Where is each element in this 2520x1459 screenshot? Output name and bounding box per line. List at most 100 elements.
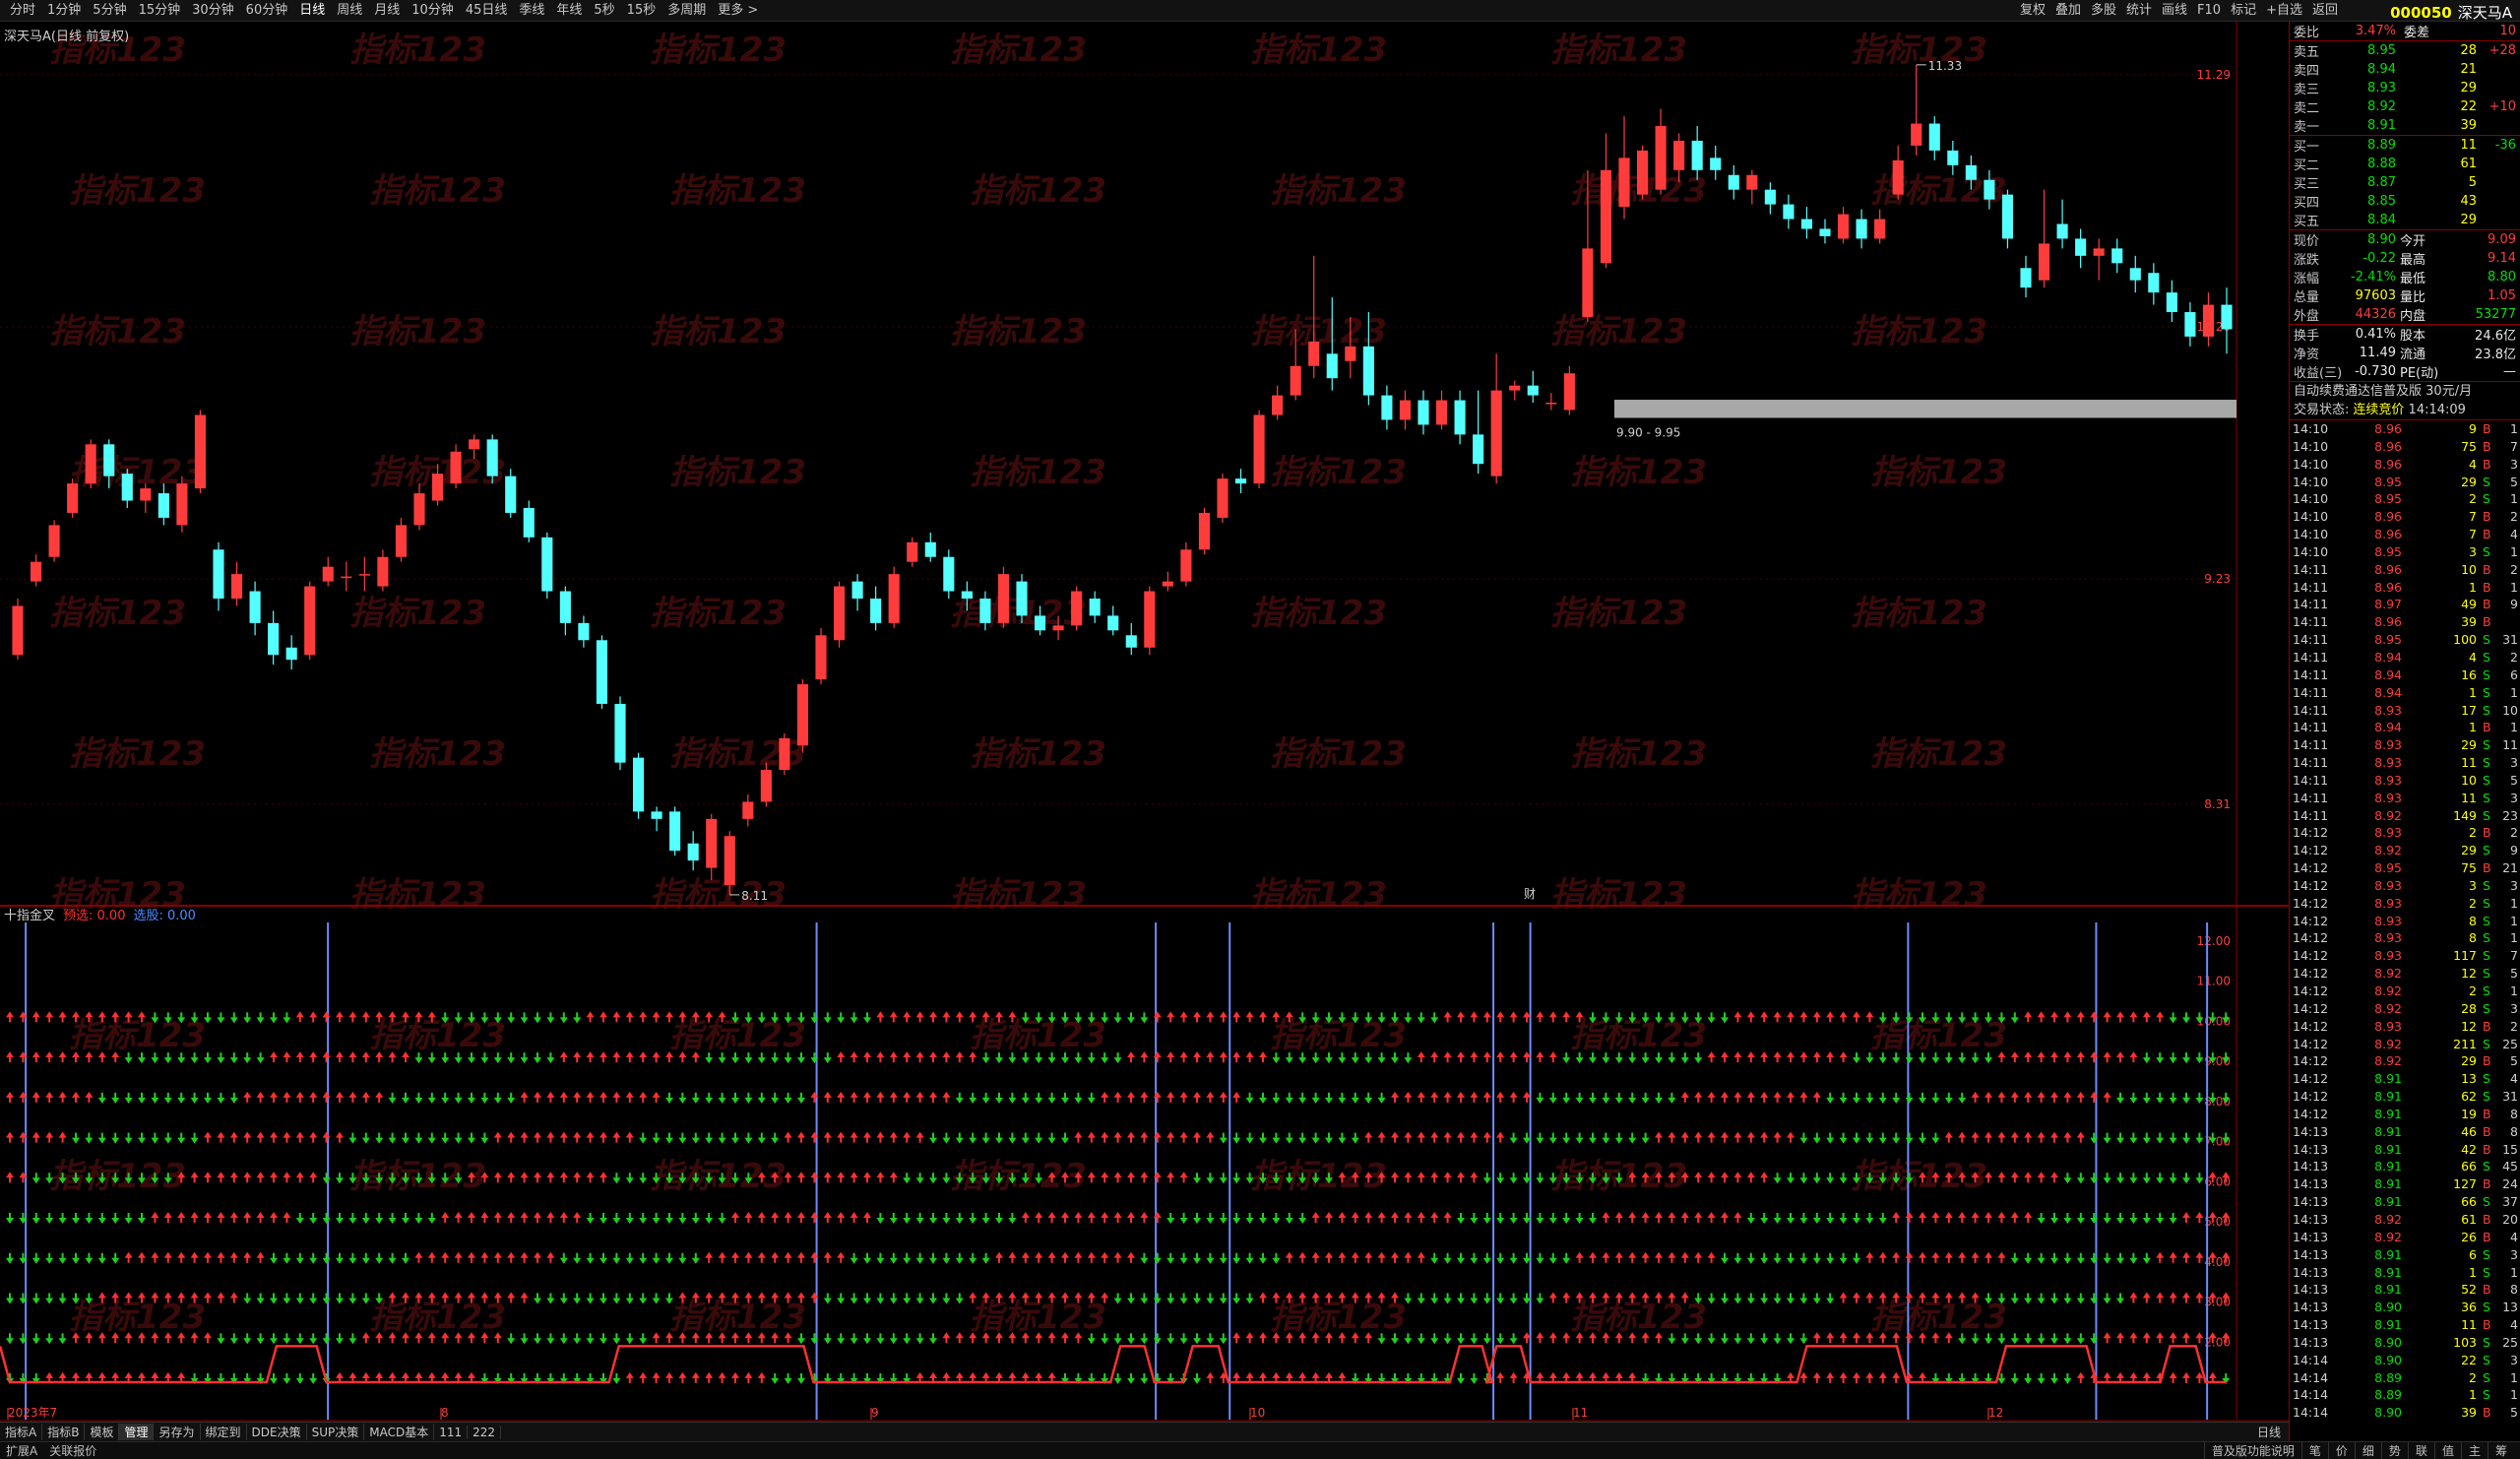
- status-left-tab[interactable]: 扩展A: [0, 1442, 43, 1459]
- status-right-tab[interactable]: 价: [2327, 1442, 2355, 1459]
- status-right-tab[interactable]: 筹: [2487, 1442, 2514, 1459]
- indicator-tab[interactable]: MACD基本: [364, 1424, 435, 1440]
- tick-time: 14:13: [2293, 1211, 2329, 1227]
- down-arrow-icon: [177, 1132, 186, 1144]
- quote-panel: 委比 3.47% 委差 10 卖五 8.95 28 +28 卖四 8.94 21 卖三 8.93…: [2289, 22, 2520, 1441]
- date-axis-label: 12: [1988, 1406, 2003, 1420]
- ask-row[interactable]: 卖一 8.91 39: [2290, 116, 2520, 135]
- tool-button[interactable]: 返回: [2307, 0, 2343, 22]
- up-arrow-icon: [1721, 1051, 1729, 1063]
- tool-button[interactable]: 统计: [2121, 0, 2157, 22]
- period-tab[interactable]: 年线: [550, 0, 588, 22]
- up-arrow-icon: [1206, 1051, 1215, 1063]
- status-left-tab[interactable]: 关联报价: [43, 1442, 102, 1459]
- status-right-tab[interactable]: 主: [2460, 1442, 2488, 1459]
- indicator-tab[interactable]: 管理: [119, 1424, 155, 1440]
- status-right-tab[interactable]: 笔: [2300, 1442, 2328, 1459]
- down-arrow-icon: [1193, 1252, 1201, 1264]
- tick-price: 8.93: [2374, 790, 2402, 805]
- watermark: 指标123: [970, 1298, 1106, 1337]
- status-right-tab[interactable]: 细: [2354, 1442, 2381, 1459]
- up-arrow-icon: [2129, 1011, 2138, 1023]
- bid-row[interactable]: 买一 8.89 11 -36: [2290, 136, 2520, 155]
- tool-button[interactable]: 画线: [2157, 0, 2192, 22]
- up-arrow-icon: [625, 1011, 634, 1023]
- up-arrow-icon: [1259, 1332, 1267, 1344]
- tool-button[interactable]: 叠加: [2050, 0, 2086, 22]
- down-arrow-icon: [1311, 1132, 1320, 1144]
- watermark: 指标123: [669, 1298, 806, 1337]
- indicator-tab[interactable]: 222: [468, 1425, 502, 1439]
- bid-row[interactable]: 买五 8.84 29: [2290, 211, 2520, 229]
- bottom-period[interactable]: 日线: [2257, 1424, 2281, 1440]
- period-tab[interactable]: 分时: [4, 0, 41, 22]
- ask-row[interactable]: 卖二 8.92 22 +10: [2290, 97, 2520, 116]
- up-arrow-icon: [1760, 1131, 1769, 1143]
- period-tab[interactable]: 1分钟: [41, 0, 87, 22]
- down-arrow-icon: [718, 1092, 726, 1104]
- bid-row[interactable]: 买三 8.87 5: [2290, 173, 2520, 192]
- period-tab[interactable]: 日线: [293, 0, 331, 22]
- period-tab[interactable]: 45日线: [460, 0, 514, 22]
- period-tab[interactable]: 多周期: [662, 0, 712, 22]
- up-arrow-icon: [1733, 1011, 1742, 1023]
- tick-list[interactable]: 14:10 8.96 9 B 1 14:10 8.96 75 B 7 14:10 8.96 4 B 3 14:…: [2290, 420, 2520, 1422]
- tool-button[interactable]: +自选: [2261, 0, 2307, 22]
- up-arrow-icon: [520, 1251, 529, 1263]
- indicator-tab[interactable]: 指标A: [0, 1424, 43, 1440]
- status-right-tab[interactable]: 值: [2433, 1442, 2461, 1459]
- ask-row[interactable]: 卖五 8.95 28 +28: [2290, 41, 2520, 60]
- down-arrow-icon: [283, 1372, 291, 1384]
- sub-indicator-a: 预选: 0.00: [63, 909, 126, 923]
- down-arrow-icon: [388, 1092, 397, 1104]
- tick-price: 8.93: [2374, 930, 2402, 946]
- tick-volume: 7: [2469, 527, 2477, 542]
- tick-price: 8.93: [2374, 948, 2402, 964]
- period-tab[interactable]: 10分钟: [406, 0, 460, 22]
- tool-button[interactable]: 多股: [2086, 0, 2121, 22]
- candle-up: [1052, 625, 1064, 631]
- indicator-tab[interactable]: 绑定到: [201, 1424, 247, 1440]
- period-tab[interactable]: 60分钟: [240, 0, 294, 22]
- period-tab[interactable]: 15秒: [621, 0, 662, 22]
- period-tab[interactable]: 周线: [331, 0, 368, 22]
- down-arrow-icon: [2116, 1092, 2124, 1104]
- indicator-tab[interactable]: SUP决策: [307, 1424, 365, 1440]
- indicator-tab[interactable]: DDE决策: [247, 1424, 307, 1440]
- fee-line[interactable]: 自动续费通达信普及版 30元/月: [2290, 382, 2520, 401]
- up-arrow-icon: [1721, 1091, 1729, 1103]
- period-tab[interactable]: 5分钟: [87, 0, 132, 22]
- period-tab[interactable]: 30分钟: [186, 0, 240, 22]
- period-tab[interactable]: 季线: [513, 0, 550, 22]
- bid-row[interactable]: 买四 8.85 43: [2290, 192, 2520, 211]
- period-tab[interactable]: 15分钟: [133, 0, 187, 22]
- up-arrow-icon: [771, 1251, 780, 1263]
- status-right-tab[interactable]: 势: [2380, 1442, 2408, 1459]
- down-arrow-icon: [1232, 1132, 1241, 1144]
- up-arrow-icon: [1958, 1251, 1967, 1263]
- kline-chart[interactable]: 指标123 指标123 指标123 指标123 指标123 指标123 指标123指标123…: [0, 22, 2289, 1422]
- indicator-tab[interactable]: 另存为: [154, 1424, 201, 1440]
- indicator-tab[interactable]: 指标B: [42, 1424, 86, 1440]
- down-arrow-icon: [837, 1333, 846, 1345]
- down-arrow-icon: [1496, 1173, 1505, 1184]
- status-right-tab[interactable]: 普及版功能说明: [2203, 1442, 2301, 1459]
- tool-button[interactable]: F10: [2192, 0, 2226, 22]
- up-arrow-icon: [480, 1212, 489, 1224]
- tool-button[interactable]: 复权: [2015, 0, 2050, 22]
- down-arrow-icon: [969, 1132, 977, 1144]
- period-tab[interactable]: 更多 >: [712, 0, 764, 22]
- tool-button[interactable]: 标记: [2226, 0, 2261, 22]
- down-arrow-icon: [295, 1333, 304, 1345]
- ask-row[interactable]: 卖四 8.94 21: [2290, 60, 2520, 79]
- tick-volume: 13: [2461, 1071, 2477, 1087]
- up-arrow-icon: [1430, 1131, 1439, 1143]
- indicator-tab[interactable]: 模板: [85, 1424, 120, 1440]
- period-tab[interactable]: 5秒: [588, 0, 620, 22]
- bid-row[interactable]: 买二 8.88 61: [2290, 155, 2520, 173]
- down-arrow-icon: [612, 1372, 621, 1384]
- indicator-tab[interactable]: 111: [434, 1425, 469, 1439]
- status-right-tab[interactable]: 联: [2407, 1442, 2434, 1459]
- ask-row[interactable]: 卖三 8.93 29: [2290, 79, 2520, 97]
- period-tab[interactable]: 月线: [368, 0, 406, 22]
